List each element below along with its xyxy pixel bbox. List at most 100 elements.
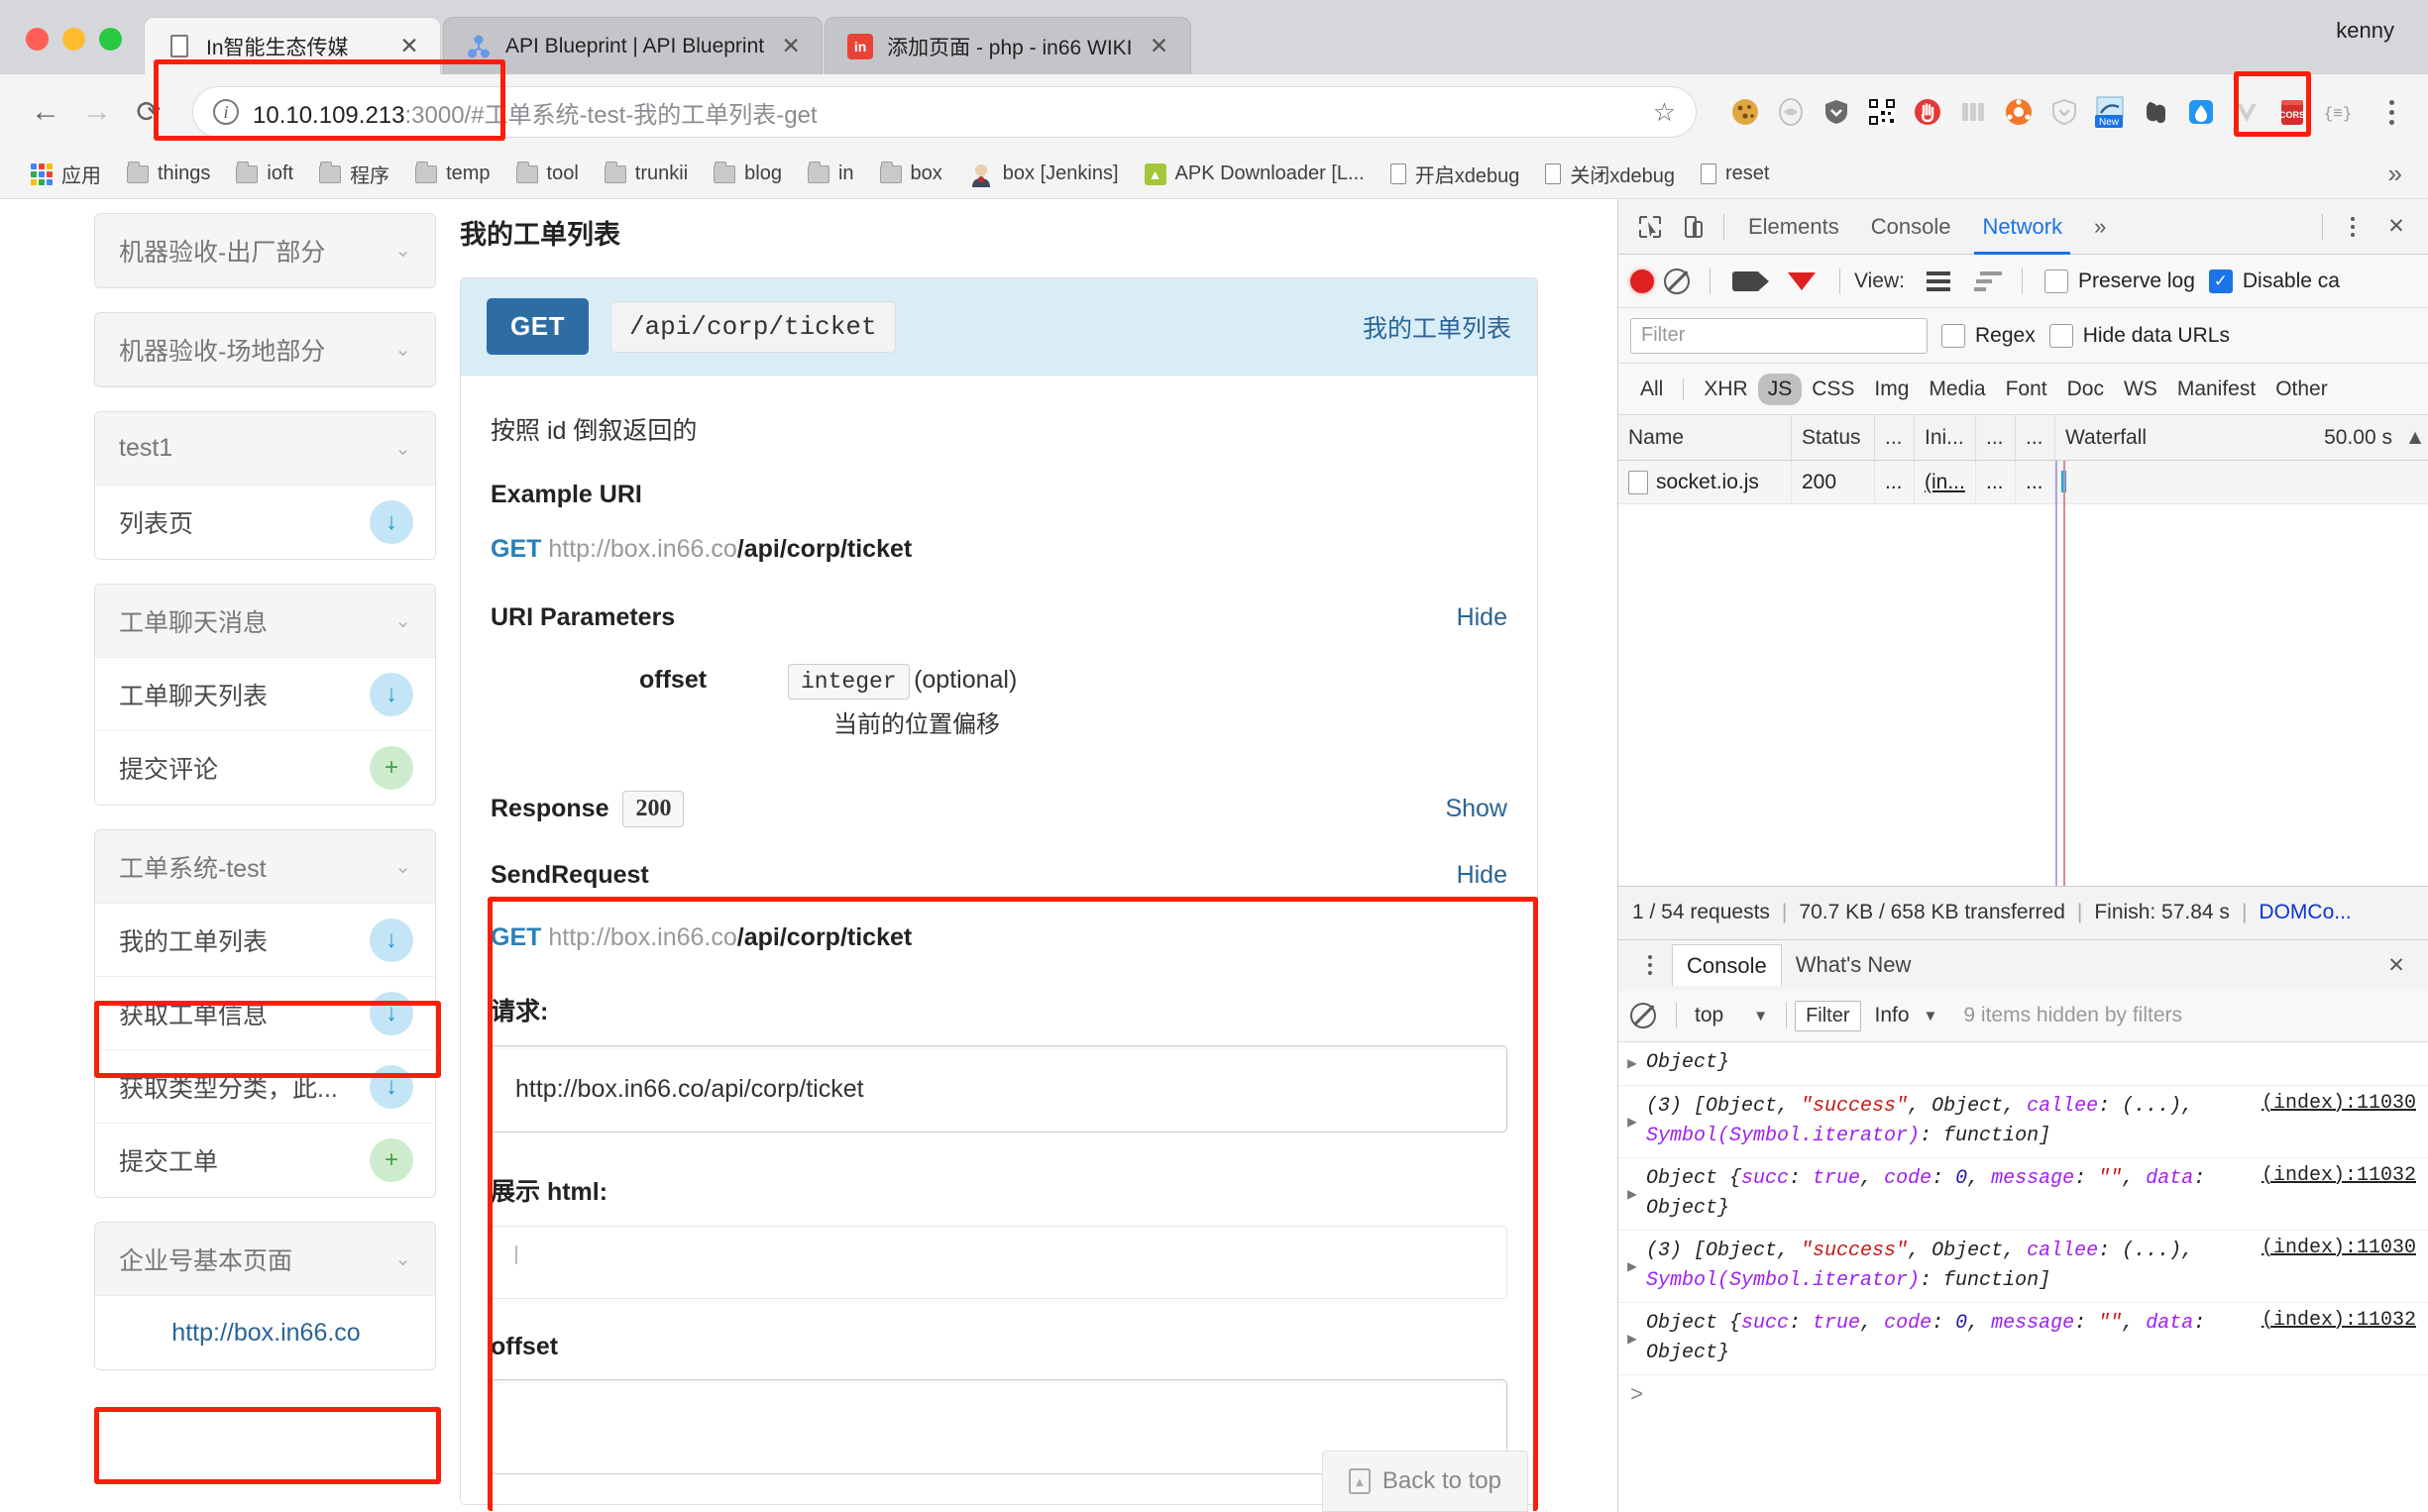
nav-item-my-ticket-list[interactable]: 我的工单列表 ↓ — [95, 904, 435, 977]
drawer-close-icon[interactable]: ✕ — [2374, 943, 2418, 987]
chevron-down-icon[interactable]: ▼ — [1924, 1008, 1938, 1025]
nav-group-header[interactable]: 企业号基本页面 ⌄ — [95, 1223, 435, 1296]
type-filter-all[interactable]: All — [1630, 374, 1673, 405]
bookmark-ioft[interactable]: ioft — [223, 156, 306, 193]
cursor-inspect-icon[interactable] — [1628, 205, 1672, 249]
column-waterfall[interactable]: Waterfall 50.00 s — [2055, 415, 2402, 460]
close-icon[interactable]: ✕ — [1147, 34, 1172, 59]
site-info-icon[interactable]: i — [213, 99, 239, 125]
list-view-icon[interactable] — [1926, 270, 1950, 291]
log-source-link[interactable]: (index):11032 — [2262, 1309, 2416, 1332]
console-prompt[interactable]: > — [1618, 1375, 2428, 1416]
type-filter-css[interactable]: CSS — [1802, 374, 1864, 405]
type-filter-doc[interactable]: Doc — [2057, 374, 2114, 405]
clear-icon[interactable] — [1664, 268, 1690, 294]
nav-item-submit-comment[interactable]: 提交评论 + — [95, 731, 435, 805]
bookmark-tool[interactable]: tool — [503, 156, 592, 193]
regex-checkbox[interactable] — [1941, 323, 1965, 348]
browser-tab-1[interactable]: In智能生态传媒 ✕ — [144, 17, 441, 74]
type-filter-img[interactable]: Img — [1864, 374, 1919, 405]
column-type[interactable]: ... — [1875, 415, 1915, 460]
type-filter-other[interactable]: Other — [2265, 374, 2338, 405]
orange-circle-icon[interactable] — [2000, 93, 2038, 131]
devtools-close-icon[interactable]: ✕ — [2374, 205, 2418, 249]
console-log-row[interactable]: ▶ Object} — [1618, 1042, 2428, 1086]
chrome-menu-icon[interactable] — [2374, 99, 2408, 125]
request-url-input[interactable]: http://box.in66.co/api/corp/ticket — [491, 1045, 1507, 1133]
back-icon[interactable]: ← — [20, 86, 71, 138]
funnel-icon[interactable] — [1788, 271, 1816, 290]
bookmark-chengxu[interactable]: 程序 — [306, 156, 402, 193]
cors-icon[interactable]: CORS — [2273, 93, 2311, 131]
expand-arrow-icon[interactable]: ▶ — [1618, 1048, 1646, 1079]
waterfall-view-icon[interactable] — [1973, 270, 2002, 291]
type-filter-media[interactable]: Media — [1919, 374, 1995, 405]
bookmark-star-icon[interactable]: ☆ — [1639, 97, 1676, 128]
maximize-window-button[interactable] — [99, 28, 122, 51]
console-log-row[interactable]: ▶ Object {succ: true, code: 0, message: … — [1618, 1303, 2428, 1375]
bookmark-in[interactable]: in — [795, 156, 867, 193]
bookmark-temp[interactable]: temp — [402, 156, 502, 193]
nav-group-header[interactable]: 工单系统-test ⌄ — [95, 830, 435, 904]
drawer-tab-console[interactable]: Console — [1672, 944, 1782, 986]
bookmark-apk-downloader[interactable]: ▲ APK Downloader [L... — [1132, 156, 1378, 193]
record-icon[interactable] — [1630, 269, 1654, 293]
cookie-icon[interactable] — [1726, 93, 1764, 131]
bookmark-reset[interactable]: reset — [1688, 156, 1782, 193]
more-tabs-icon[interactable]: » — [2078, 199, 2122, 255]
column-time[interactable]: ... — [2016, 415, 2055, 460]
show-html-checkbox[interactable] — [515, 1245, 517, 1264]
nav-item-submit-ticket[interactable]: 提交工单 + — [95, 1124, 435, 1197]
drawer-tab-whats-new[interactable]: What's New — [1782, 944, 1926, 986]
type-filter-ws[interactable]: WS — [2114, 374, 2167, 405]
bookmarks-overflow-icon[interactable]: » — [2388, 159, 2410, 189]
expand-arrow-icon[interactable]: ▶ — [1618, 1309, 1646, 1368]
columns-icon[interactable] — [1954, 93, 1992, 131]
console-context-selector[interactable]: top ▼ — [1685, 1004, 1778, 1027]
uri-parameters-toggle[interactable]: Hide — [1457, 603, 1507, 632]
device-toggle-icon[interactable] — [1672, 205, 1715, 249]
nav-group-header[interactable]: 机器验收-出厂部分 ⌄ — [95, 214, 435, 287]
tab-console[interactable]: Console — [1855, 199, 1967, 255]
expand-arrow-icon[interactable]: ▶ — [1618, 1092, 1646, 1151]
hide-data-urls-checkbox[interactable] — [2048, 323, 2073, 348]
devtools-menu-icon[interactable] — [2331, 205, 2374, 249]
bookmark-apps[interactable]: 应用 — [18, 156, 114, 193]
disable-cache-checkbox[interactable]: ✓ — [2208, 269, 2233, 293]
console-log-row[interactable]: ▶ (3) [Object, "success", Object, callee… — [1618, 1231, 2428, 1303]
type-filter-xhr[interactable]: XHR — [1694, 374, 1757, 405]
nav-group-header[interactable]: 工单聊天消息 ⌄ — [95, 585, 435, 658]
nav-item-list-page[interactable]: 列表页 ↓ — [95, 486, 435, 559]
bookmark-things[interactable]: things — [114, 156, 223, 193]
column-initiator[interactable]: Ini... — [1915, 415, 1976, 460]
preserve-log-checkbox[interactable] — [2043, 269, 2068, 293]
console-filter-input[interactable]: Filter — [1795, 1000, 1861, 1031]
profile-name[interactable]: kenny — [2336, 18, 2394, 44]
console-log-row[interactable]: ▶ Object {succ: true, code: 0, message: … — [1618, 1158, 2428, 1231]
log-source-link[interactable]: (index):11030 — [2262, 1092, 2416, 1115]
bookmark-enable-xdebug[interactable]: 开启xdebug — [1378, 156, 1533, 193]
column-size[interactable]: ... — [1976, 415, 2016, 460]
tab-elements[interactable]: Elements — [1732, 199, 1855, 255]
shield-down-icon[interactable] — [1818, 93, 1855, 131]
drawer-menu-icon[interactable] — [1628, 943, 1672, 987]
address-bar[interactable]: i 10.10.109.213:3000/#工单系统-test-我的工单列表-g… — [192, 86, 1697, 138]
response-toggle[interactable]: Show — [1445, 795, 1507, 823]
expand-arrow-icon[interactable]: ▶ — [1618, 1164, 1646, 1224]
stop-hand-icon[interactable] — [1909, 93, 1946, 131]
sync-icon[interactable] — [1772, 93, 1810, 131]
column-status[interactable]: Status — [1792, 415, 1875, 460]
table-row[interactable]: socket.io.js 200 ... (in... ... ... — [1618, 461, 2428, 504]
type-filter-manifest[interactable]: Manifest — [2167, 374, 2265, 405]
browser-tab-2[interactable]: API Blueprint | API Blueprint ✕ — [443, 17, 824, 74]
shield-gray-icon[interactable] — [2045, 93, 2083, 131]
type-filter-js[interactable]: JS — [1757, 373, 1803, 405]
reload-icon[interactable]: ⟳ — [123, 86, 174, 138]
bookmark-box-jenkins[interactable]: box [Jenkins] — [955, 156, 1132, 193]
bookmark-blog[interactable]: blog — [701, 156, 795, 193]
console-log-row[interactable]: ▶ (3) [Object, "success", Object, callee… — [1618, 1086, 2428, 1158]
bookmark-disable-xdebug[interactable]: 关闭xdebug — [1532, 156, 1688, 193]
nav-item-chat-list[interactable]: 工单聊天列表 ↓ — [95, 658, 435, 731]
close-icon[interactable]: ✕ — [778, 34, 804, 59]
minimize-window-button[interactable] — [62, 28, 85, 51]
